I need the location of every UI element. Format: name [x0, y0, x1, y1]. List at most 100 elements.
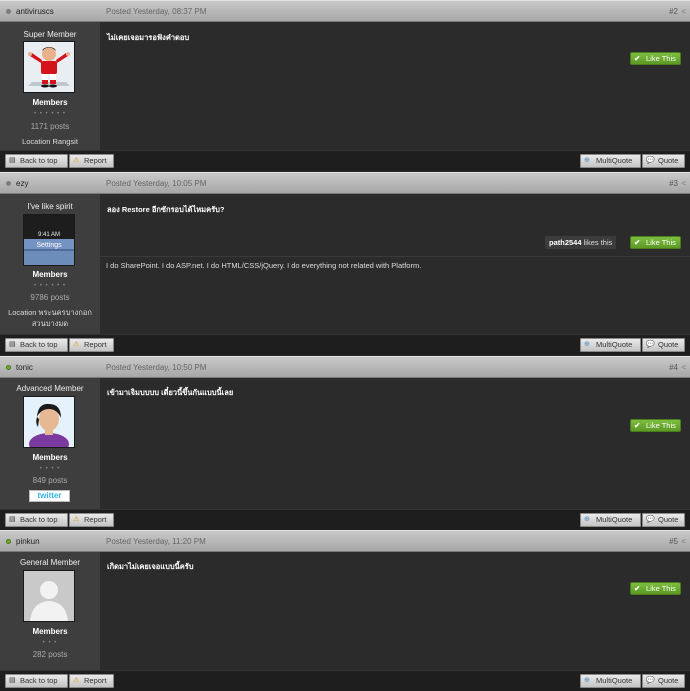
quote-label: Quote [658, 676, 679, 685]
user-location: Location Rangsit [22, 137, 78, 146]
speech-bubble-icon: 💬 [646, 677, 655, 684]
back-to-top-label: Back to top [20, 515, 58, 524]
report-label: Report [84, 156, 107, 165]
share-icon[interactable]: < [681, 537, 686, 546]
back-to-top-button[interactable]: ▤ Back to top [5, 154, 68, 168]
back-to-top-button[interactable]: ▤ Back to top [5, 674, 68, 688]
rank-stars: • • • • • • [34, 111, 66, 117]
user-location: Location พระนครบางกอกสวนบางมด [8, 308, 92, 328]
post-header: pinkun Posted Yesterday, 11:20 PM #5 < [0, 530, 690, 552]
quote-button[interactable]: 💬 Quote [642, 674, 685, 688]
avatar-label: Settings [36, 242, 62, 249]
like-button-label: Like This [646, 238, 676, 247]
like-button-label: Like This [646, 421, 676, 430]
post-date: Posted Yesterday, 11:20 PM [106, 537, 206, 546]
back-to-top-button[interactable]: ▤ Back to top [5, 338, 68, 352]
avatar[interactable]: 9:41 AM Settings [23, 214, 75, 266]
quote-button[interactable]: 💬 Quote [642, 513, 685, 527]
back-to-top-label: Back to top [20, 340, 58, 349]
checkmark-icon: ✔ [634, 238, 641, 247]
post-date: Posted Yesterday, 10:50 PM [106, 363, 207, 372]
page-icon: ▤ [9, 677, 16, 684]
multiquote-button[interactable]: ⊕ MultiQuote [580, 154, 641, 168]
quote-label: Quote [658, 340, 679, 349]
avatar[interactable] [23, 570, 75, 622]
multiquote-button[interactable]: ⊕ MultiQuote [580, 338, 641, 352]
like-button-label: Like This [646, 584, 676, 593]
back-to-top-label: Back to top [20, 156, 58, 165]
post-message: เข้ามาเจิมบบบบ เดี๋ยวนี้ขึ้นกันแบบนี้เลย [107, 388, 234, 397]
like-button[interactable]: ✔ Like This [630, 419, 681, 432]
user-title: Super Member [23, 30, 77, 39]
avatar-time: 9:41 AM [38, 232, 60, 238]
twitter-badge-link[interactable]: twitter [29, 490, 70, 502]
post-date: Posted Yesterday, 10:05 PM [106, 179, 207, 188]
signature: I do SharePoint. I do ASP.net. I do HTML… [106, 261, 422, 270]
checkmark-icon: ✔ [634, 421, 641, 430]
share-icon[interactable]: < [681, 179, 686, 188]
multiquote-button[interactable]: ⊕ MultiQuote [580, 674, 641, 688]
post-header: antiviruscs Posted Yesterday, 08:37 PM #… [0, 0, 690, 22]
post-number-link[interactable]: #5 [669, 537, 678, 546]
post-footer: ▤ Back to top ⚠ Report ⊕ MultiQuote 💬 Qu… [0, 670, 690, 691]
like-button[interactable]: ✔ Like This [630, 236, 681, 249]
signature-divider [100, 256, 690, 257]
rank-stars: • • • [42, 640, 58, 646]
quote-label: Quote [658, 156, 679, 165]
quote-label: Quote [658, 515, 679, 524]
multiquote-button[interactable]: ⊕ MultiQuote [580, 513, 641, 527]
user-title: General Member [19, 558, 81, 567]
rank-stars: • • • • • • [34, 283, 66, 289]
member-rank: Members [32, 453, 68, 462]
offline-status-icon [6, 181, 11, 186]
post-message: เกิดมาไม่เคยเจอแบบนี้ครับ [107, 562, 194, 571]
report-button[interactable]: ⚠ Report [69, 513, 114, 527]
page-icon: ▤ [9, 516, 16, 523]
report-label: Report [84, 515, 107, 524]
page-icon: ▤ [9, 157, 16, 164]
post-count: 849 posts [32, 476, 68, 485]
username-link[interactable]: pinkun [16, 537, 40, 546]
offline-status-icon [6, 9, 11, 14]
like-button[interactable]: ✔ Like This [630, 582, 681, 595]
quote-plus-icon: ⊕ [584, 157, 590, 164]
post-footer: ▤ Back to top ⚠ Report ⊕ MultiQuote 💬 Qu… [0, 334, 690, 355]
report-button[interactable]: ⚠ Report [69, 338, 114, 352]
warning-icon: ⚠ [73, 516, 80, 523]
avatar[interactable] [23, 396, 75, 448]
rank-stars: • • • • [39, 466, 61, 472]
multiquote-label: MultiQuote [596, 515, 633, 524]
post-header: ezy Posted Yesterday, 10:05 PM #3 < [0, 172, 690, 194]
quote-button[interactable]: 💬 Quote [642, 338, 685, 352]
share-icon[interactable]: < [681, 363, 686, 372]
username-link[interactable]: tonic [16, 363, 33, 372]
report-label: Report [84, 676, 107, 685]
speech-bubble-icon: 💬 [646, 516, 655, 523]
username-link[interactable]: antiviruscs [16, 7, 54, 16]
post-number-link[interactable]: #3 [669, 179, 678, 188]
back-to-top-button[interactable]: ▤ Back to top [5, 513, 68, 527]
quote-button[interactable]: 💬 Quote [642, 154, 685, 168]
report-button[interactable]: ⚠ Report [69, 154, 114, 168]
username-link[interactable]: ezy [16, 179, 28, 188]
post-number-link[interactable]: #4 [669, 363, 678, 372]
checkmark-icon: ✔ [634, 54, 641, 63]
page-icon: ▤ [9, 341, 16, 348]
report-button[interactable]: ⚠ Report [69, 674, 114, 688]
user-title: Advanced Member [16, 384, 84, 393]
avatar[interactable] [23, 41, 75, 93]
post-number-link[interactable]: #2 [669, 7, 678, 16]
share-icon[interactable]: < [681, 7, 686, 16]
like-button[interactable]: ✔ Like This [630, 52, 681, 65]
post-count: 282 posts [32, 650, 68, 659]
back-to-top-label: Back to top [20, 676, 58, 685]
quote-plus-icon: ⊕ [584, 341, 590, 348]
member-rank: Members [32, 270, 68, 279]
online-status-icon [6, 539, 11, 544]
warning-icon: ⚠ [73, 341, 80, 348]
liker-username[interactable]: path2544 [549, 238, 582, 247]
warning-icon: ⚠ [73, 677, 80, 684]
likes-summary: path2544 likes this [545, 236, 617, 249]
like-button-label: Like This [646, 54, 676, 63]
warning-icon: ⚠ [73, 157, 80, 164]
